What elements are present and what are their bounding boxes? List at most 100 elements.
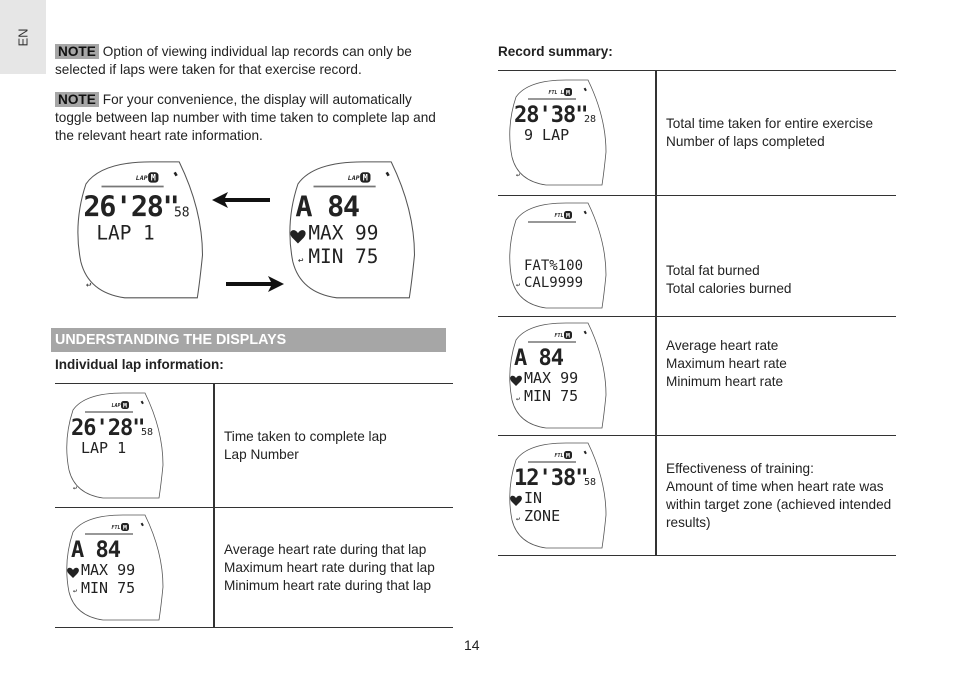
line3-readout: CAL9999	[524, 275, 583, 291]
individual-lap-table: LAP M 26'28" 58 LAP 1 ↩ Time taken to complet…	[55, 383, 453, 628]
watch-face: FTL MA 84MAX 99MIN 75 ↩	[509, 322, 607, 429]
page-number: 14	[464, 637, 480, 653]
seconds-readout: 58	[584, 477, 596, 488]
memory-icon: M	[123, 523, 127, 531]
mode-icon: FTL	[111, 525, 120, 531]
description-line: Total time taken for entire exercise	[666, 116, 874, 131]
row-description: Total fat burned Total calories burned	[666, 262, 896, 298]
row-description: Total time taken for entire exercise Numb…	[666, 115, 896, 151]
return-arrow-icon: ↩	[516, 515, 520, 523]
mode-icon: FTL	[554, 453, 563, 459]
table-row: LAP M 26'28" 58 LAP 1 ↩ Time taken to complet…	[55, 383, 453, 508]
return-arrow-icon: ↩	[73, 587, 77, 595]
return-arrow-icon: ↩	[516, 395, 520, 403]
mode-icon: LAP	[111, 403, 120, 409]
line2-readout: LAP 1	[81, 439, 126, 457]
arrow-right-icon	[226, 276, 284, 292]
note-text: Option of viewing individual lap records…	[55, 44, 412, 77]
table-row: FTL M FAT%100 CAL9999 ↩ Total fat burned Tota…	[498, 195, 896, 317]
section-title: UNDERSTANDING THE DISPLAYS	[51, 328, 446, 352]
mode-icon: FTL	[554, 213, 563, 219]
description-line: Minimum heart rate	[666, 374, 784, 389]
description-line: Maximum heart rate	[666, 356, 787, 371]
row-description: Average heart rate Maximum heart rate Mini…	[666, 337, 896, 391]
description-line: Lap Number	[224, 446, 299, 462]
line3-readout: ZONE	[524, 507, 560, 525]
mode-icon: FTL	[554, 333, 563, 339]
watch-face: LAP M 26'28"58 LAP 1 ↩	[77, 161, 204, 299]
note-1: NOTE Option of viewing individual lap rec…	[55, 43, 450, 79]
watch-display: FTL LAP M 28'38" 28 9 LAP ↩	[506, 77, 655, 189]
table-row: FTL M 12'38" 58 IN ZONE ↩ Effectiveness of tra…	[498, 435, 896, 556]
memory-icon: M	[566, 451, 570, 459]
record-summary-heading: Record summary:	[498, 44, 613, 59]
watch-display: LAP M 26'28" 58 LAP 1 ↩	[63, 390, 213, 502]
mode-icon: LAP	[136, 174, 148, 182]
row-description: Average heart rate during that lap Maximu…	[224, 541, 453, 595]
line2-readout: 9 LAP	[524, 126, 569, 144]
main-readout: 28'38"	[514, 103, 587, 128]
return-arrow-icon: ↩	[298, 256, 303, 266]
memory-icon: M	[566, 332, 570, 340]
seconds-readout: 28	[584, 114, 596, 125]
memory-icon: M	[566, 89, 570, 97]
arrow-left-icon	[212, 192, 270, 208]
main-readout: 12'38"	[514, 466, 587, 491]
return-arrow-icon: ↩	[86, 280, 91, 290]
table-row: FTL M A 84 MAX 99 MIN 75 ↩ Average heart rate…	[498, 316, 896, 436]
line3-readout: MIN 75	[524, 387, 578, 405]
line2-readout: MAX 99	[81, 561, 135, 579]
line3-readout: MIN 75	[308, 245, 378, 268]
main-readout: A 84	[295, 190, 359, 223]
line2-readout: FAT%100	[524, 258, 583, 274]
note-tag: NOTE	[55, 44, 99, 59]
main-readout: A 84	[514, 346, 564, 371]
note-2: NOTE For your convenience, the display wi…	[55, 91, 450, 145]
watch-display-lap-time: LAP M 26'28" 58 LAP 1 ↩	[66, 158, 246, 303]
individual-lap-heading: Individual lap information:	[55, 357, 224, 372]
description-line: Amount of time when heart rate was withi…	[666, 478, 895, 530]
description-line: Total calories burned	[666, 281, 792, 296]
language-tab: EN	[0, 0, 46, 74]
watch-face: FTL MA 84MAX 99MIN 75 ↩	[66, 514, 164, 620]
description-line: Time taken to complete lap	[224, 428, 387, 444]
line3-readout: MIN 75	[81, 579, 135, 597]
line2-readout: IN	[524, 489, 542, 507]
record-summary-table: FTL LAP M 28'38" 28 9 LAP ↩ Total time taken …	[498, 70, 896, 556]
row-description: Effectiveness of training: Amount of time…	[666, 460, 896, 532]
watch-display: FTL M 12'38" 58 IN ZONE ↩	[506, 440, 655, 552]
description-line: Maximum heart rate during that lap	[224, 559, 435, 575]
description-line: Effectiveness of training:	[666, 460, 814, 476]
return-arrow-icon: ↩	[516, 171, 520, 179]
seconds-readout: 58	[141, 427, 153, 438]
toggle-illustration: LAP M 26'28" 58 LAP 1 ↩ LAP M A 84 MAX 99 MIN 75 ↩	[66, 158, 436, 303]
watch-display-heart-rate: LAP M A 84 MAX 99 MIN 75 ↩	[278, 158, 458, 303]
watch-display: FTL M FAT%100 CAL9999 ↩	[506, 200, 655, 312]
mode-icon: LAP	[348, 174, 360, 182]
table-row: FTL LAP M 28'38" 28 9 LAP ↩ Total time taken …	[498, 70, 896, 196]
note-text: For your convenience, the display will a…	[55, 92, 436, 143]
watch-face: FTL M FAT%100CAL9999 ↩	[509, 202, 607, 309]
row-description: Time taken to complete lap Lap Number	[224, 428, 453, 464]
main-readout: 26'28"	[83, 190, 178, 223]
return-arrow-icon: ↩	[73, 484, 77, 492]
memory-icon: M	[123, 401, 127, 409]
description-line: Average heart rate	[666, 338, 779, 353]
seconds-readout: 58	[174, 205, 190, 220]
watch-display: FTL M A 84 MAX 99 MIN 75 ↩	[506, 320, 655, 432]
line2-readout: MAX 99	[524, 369, 578, 387]
main-readout: A 84	[71, 538, 121, 563]
note-tag: NOTE	[55, 92, 99, 107]
language-label: EN	[15, 28, 31, 47]
memory-icon: M	[566, 212, 570, 220]
memory-icon: M	[151, 173, 156, 183]
watch-face: LAP M 26'28"58 LAP 1 ↩	[66, 392, 164, 498]
main-readout: 26'28"	[71, 416, 144, 441]
watch-face: FTL LAPM28'38"289 LAP↩	[509, 79, 607, 186]
table-row: FTL M A 84 MAX 99 MIN 75 ↩ Average heart rate…	[55, 507, 453, 628]
description-line: Average heart rate during that lap	[224, 541, 427, 557]
memory-icon: M	[363, 173, 368, 183]
line2-readout: MAX 99	[308, 222, 378, 245]
watch-face: LAP M A 84MAX 99MIN 75 ↩	[289, 161, 416, 299]
description-line: Minimum heart rate during that lap	[224, 577, 432, 593]
